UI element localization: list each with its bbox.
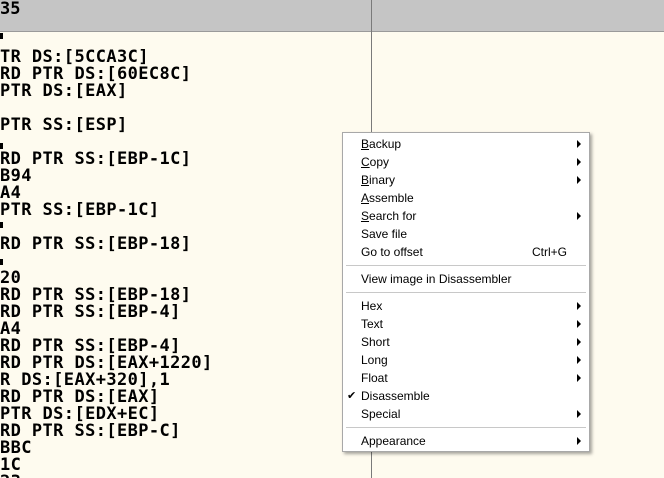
header-title-fragment: 35	[0, 0, 21, 19]
menu-item-label: Special	[361, 407, 401, 421]
menu-item-label: Short	[361, 335, 390, 349]
submenu-arrow-icon	[577, 338, 581, 346]
menu-item-label: Float	[361, 371, 388, 385]
jump-marker	[0, 222, 3, 228]
menu-item-backup[interactable]: Backup	[343, 135, 589, 153]
code-line[interactable]: 23	[0, 474, 21, 478]
code-line[interactable]: PTR DS:[EAX]	[0, 83, 128, 100]
submenu-arrow-icon	[577, 176, 581, 184]
menu-item-label: Hex	[361, 299, 383, 313]
menu-shortcut: Ctrl+G	[531, 245, 567, 259]
code-line[interactable]: RD PTR SS:[EBP-4]	[0, 304, 181, 321]
menu-separator	[346, 292, 586, 293]
jump-marker	[0, 259, 3, 265]
menu-item-label: Assemble	[361, 191, 414, 205]
menu-item-label: Appearance	[361, 434, 426, 448]
menu-item-label: Copy	[361, 155, 390, 169]
submenu-arrow-icon	[577, 437, 581, 445]
menu-item-long[interactable]: Long	[343, 351, 589, 369]
menu-separator	[346, 427, 586, 428]
menu-item-short[interactable]: Short	[343, 333, 589, 351]
menu-item-assemble[interactable]: Assemble	[343, 189, 589, 207]
submenu-arrow-icon	[577, 374, 581, 382]
menu-item-special[interactable]: Special	[343, 405, 589, 423]
submenu-arrow-icon	[577, 140, 581, 148]
submenu-arrow-icon	[577, 410, 581, 418]
menu-separator	[346, 265, 586, 266]
menu-item-float[interactable]: Float	[343, 369, 589, 387]
submenu-arrow-icon	[577, 356, 581, 364]
dump-header: 35	[0, 0, 664, 32]
code-line[interactable]: PTR SS:[ESP]	[0, 117, 128, 134]
submenu-arrow-icon	[577, 158, 581, 166]
code-line[interactable]: RD PTR SS:[EBP-18]	[0, 236, 191, 253]
menu-item-binary[interactable]: Binary	[343, 171, 589, 189]
submenu-arrow-icon	[577, 212, 581, 220]
menu-item-hex[interactable]: Hex	[343, 297, 589, 315]
menu-item-save-file[interactable]: Save file	[343, 225, 589, 243]
menu-item-appearance[interactable]: Appearance	[343, 432, 589, 450]
context-menu: Backup Copy Binary Assemble Search for S…	[342, 132, 590, 452]
menu-item-label: Search for	[361, 209, 417, 223]
jump-marker	[0, 33, 3, 39]
menu-item-view-image[interactable]: View image in Disassembler	[343, 270, 589, 288]
menu-item-label: Go to offset	[361, 245, 423, 259]
menu-item-label: Text	[361, 317, 384, 331]
menu-item-label: Binary	[361, 173, 396, 187]
menu-item-label: Save file	[361, 227, 408, 241]
code-line[interactable]: PTR SS:[EBP-1C]	[0, 202, 160, 219]
menu-item-label: Backup	[361, 137, 402, 151]
disassembly-pane[interactable]: TR DS:[5CCA3C] RD PTR DS:[60EC8C] PTR DS…	[0, 31, 371, 478]
menu-item-label: Long	[361, 353, 388, 367]
menu-item-label: View image in Disassembler	[361, 272, 512, 286]
submenu-arrow-icon	[577, 320, 581, 328]
menu-item-go-to-offset[interactable]: Go to offset Ctrl+G	[343, 243, 589, 261]
menu-item-disassemble[interactable]: ✔ Disassemble	[343, 387, 589, 405]
menu-item-copy[interactable]: Copy	[343, 153, 589, 171]
menu-item-search-for[interactable]: Search for	[343, 207, 589, 225]
menu-item-label: Disassemble	[361, 389, 430, 403]
menu-item-text[interactable]: Text	[343, 315, 589, 333]
submenu-arrow-icon	[577, 302, 581, 310]
checkmark-icon: ✔	[347, 390, 357, 402]
